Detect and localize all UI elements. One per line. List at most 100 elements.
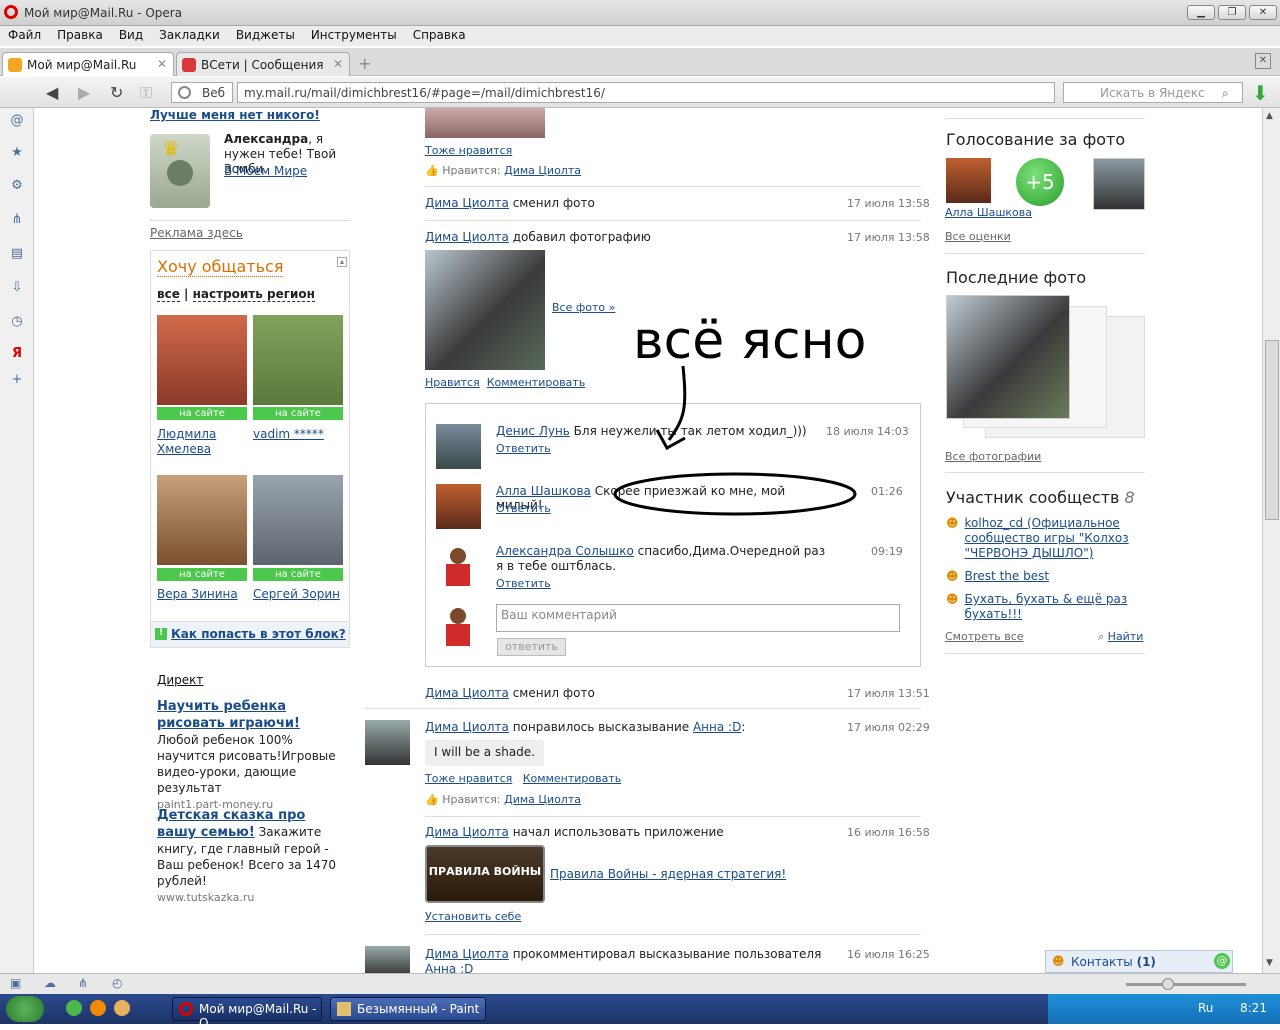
back-icon[interactable]: ◀ bbox=[46, 83, 58, 102]
panel-toggle-icon[interactable]: ▣ bbox=[10, 976, 21, 990]
utorrent-icon[interactable] bbox=[66, 1000, 82, 1016]
scroll-thumb[interactable] bbox=[1265, 340, 1279, 520]
taskbar-paint[interactable]: Безымянный - Paint bbox=[330, 997, 486, 1021]
region-link[interactable]: настроить регион bbox=[192, 287, 315, 302]
menu-edit[interactable]: Правка bbox=[49, 26, 111, 44]
search-input[interactable]: Искать в Яндекс bbox=[1063, 82, 1243, 103]
minimize-button[interactable]: ▁ bbox=[1187, 5, 1215, 20]
download-icon[interactable]: ⬇ bbox=[1252, 81, 1269, 105]
reply-link[interactable]: Ответить bbox=[496, 577, 551, 590]
see-all-communities-link[interactable]: Смотреть все bbox=[945, 630, 1024, 643]
mail-icon[interactable]: @ bbox=[9, 113, 25, 129]
language-indicator[interactable]: Ru bbox=[1198, 1001, 1213, 1015]
zoom-handle[interactable] bbox=[1162, 978, 1174, 990]
reply-button[interactable]: ответить bbox=[497, 638, 566, 656]
forward-icon[interactable]: ▶ bbox=[78, 83, 90, 102]
reply-link[interactable]: Ответить bbox=[496, 502, 551, 515]
all-ratings-link[interactable]: Все оценки bbox=[945, 230, 1011, 243]
filter-all[interactable]: все bbox=[157, 287, 180, 302]
person-photo[interactable] bbox=[253, 315, 343, 405]
menu-widgets[interactable]: Виджеты bbox=[228, 26, 303, 44]
last-photo[interactable] bbox=[946, 295, 1070, 419]
share-icon[interactable]: ⋔ bbox=[9, 212, 25, 228]
collapse-icon[interactable]: ▴ bbox=[337, 257, 347, 267]
scrollbar[interactable]: ▲ ▼ bbox=[1262, 108, 1280, 973]
person-name[interactable]: vadim ***** bbox=[253, 427, 324, 441]
zoom-slider[interactable] bbox=[1126, 983, 1246, 986]
also-like-link[interactable]: Тоже нравится bbox=[425, 772, 512, 785]
target-user-link[interactable]: Анна :D bbox=[425, 962, 473, 973]
user-link[interactable]: Дима Циолта bbox=[425, 947, 509, 961]
maximize-button[interactable]: ❐ bbox=[1218, 5, 1246, 20]
search-icon[interactable]: ⌕ bbox=[1222, 86, 1229, 101]
reply-link[interactable]: Ответить bbox=[496, 442, 551, 455]
aimp-icon[interactable] bbox=[90, 1000, 106, 1016]
ad-here-link[interactable]: Реклама здесь bbox=[150, 226, 243, 240]
like-link[interactable]: Нравится bbox=[425, 376, 480, 389]
person-name[interactable]: Вера Зинина bbox=[157, 587, 238, 601]
avatar[interactable] bbox=[365, 720, 410, 765]
also-like-link[interactable]: Тоже нравится bbox=[425, 144, 512, 157]
app-link[interactable]: Правила Войны - ядерная стратегия! bbox=[550, 867, 786, 881]
new-tab-icon[interactable]: + bbox=[358, 54, 371, 73]
ad-title[interactable]: Научить ребенка рисовать играючи! bbox=[157, 699, 300, 731]
menu-tools[interactable]: Инструменты bbox=[303, 26, 405, 44]
person-name[interactable]: Людмила Хмелева bbox=[157, 427, 247, 457]
reload-icon[interactable]: ↻ bbox=[110, 83, 123, 102]
person-name[interactable]: Сергей Зорин bbox=[253, 587, 340, 601]
avatar[interactable] bbox=[436, 544, 481, 589]
user-link[interactable]: Дима Циолта bbox=[425, 720, 509, 734]
settings-icon[interactable]: ⚙ bbox=[9, 178, 25, 194]
install-link[interactable]: Установить себе bbox=[425, 910, 521, 923]
contacts-widget[interactable]: ☻ Контакты (1) @ bbox=[1045, 950, 1233, 973]
avatar[interactable] bbox=[436, 484, 481, 529]
tab-vseti[interactable]: ВСети | Сообщения ✕ bbox=[176, 52, 350, 76]
vote-photo[interactable] bbox=[1093, 158, 1145, 210]
feed-photo[interactable] bbox=[425, 250, 545, 370]
close-all-icon[interactable]: ✕ bbox=[1255, 53, 1271, 69]
feed-photo[interactable] bbox=[425, 108, 545, 138]
agent-taskbar-icon[interactable] bbox=[114, 1000, 130, 1016]
liker-link[interactable]: Дима Циолта bbox=[504, 793, 581, 806]
history-icon[interactable]: ◷ bbox=[9, 314, 25, 330]
top-link[interactable]: Лучше меня нет никого! bbox=[150, 108, 320, 122]
avatar[interactable] bbox=[436, 424, 481, 469]
app-logo[interactable]: ПРАВИЛА ВОЙНЫ bbox=[425, 845, 545, 903]
tab-mymir[interactable]: Мой мир@Mail.Ru ✕ bbox=[2, 52, 174, 76]
person-photo[interactable] bbox=[253, 475, 343, 565]
menu-file[interactable]: Файл bbox=[0, 26, 49, 44]
transfers-icon[interactable]: ⇩ bbox=[9, 280, 25, 296]
user-link[interactable]: Александра Солышко bbox=[496, 544, 634, 558]
user-link[interactable]: Дима Циолта bbox=[425, 196, 509, 210]
find-link[interactable]: Найти bbox=[1108, 630, 1144, 643]
bookmarks-icon[interactable]: ★ bbox=[9, 145, 25, 161]
avatar[interactable] bbox=[365, 946, 410, 973]
speed-dial-icon[interactable]: ◴ bbox=[112, 976, 122, 990]
comment-link[interactable]: Комментировать bbox=[487, 376, 585, 389]
user-link[interactable]: Денис Лунь bbox=[496, 424, 570, 438]
direct-link[interactable]: Директ bbox=[157, 673, 203, 687]
menu-view[interactable]: Вид bbox=[111, 26, 151, 44]
howto-link[interactable]: Как попасть в этот блок? bbox=[171, 627, 346, 641]
url-input[interactable]: my.mail.ru/mail/dimichbrest16/#page=/mai… bbox=[237, 82, 1055, 103]
comment-link[interactable]: Комментировать bbox=[523, 772, 621, 785]
in-my-world-link[interactable]: В Моем Мире bbox=[224, 164, 307, 178]
start-button[interactable] bbox=[6, 996, 44, 1022]
person-photo[interactable] bbox=[157, 315, 247, 405]
menu-bookmarks[interactable]: Закладки bbox=[151, 26, 228, 44]
add-panel-icon[interactable]: + bbox=[9, 372, 25, 388]
user-link[interactable]: Дима Циолта bbox=[425, 686, 509, 700]
menu-help[interactable]: Справка bbox=[405, 26, 474, 44]
close-tab-icon[interactable]: ✕ bbox=[333, 57, 343, 71]
liker-link[interactable]: Дима Циолта bbox=[504, 164, 581, 177]
vote-user-link[interactable]: Алла Шашкова bbox=[945, 206, 1032, 219]
agent-icon[interactable]: @ bbox=[1214, 953, 1230, 969]
all-photos-right-link[interactable]: Все фотографии bbox=[945, 450, 1041, 463]
notes-icon[interactable]: ▤ bbox=[9, 246, 25, 262]
unite-icon[interactable]: ⋔ bbox=[78, 976, 88, 990]
taskbar-opera[interactable]: Мой мир@Mail.Ru - O... bbox=[172, 997, 322, 1030]
close-tab-icon[interactable]: ✕ bbox=[157, 57, 167, 71]
yandex-panel-icon[interactable]: Я bbox=[9, 346, 25, 362]
vote-photo[interactable] bbox=[946, 158, 991, 203]
key-icon[interactable]: ⚿ bbox=[140, 83, 152, 103]
